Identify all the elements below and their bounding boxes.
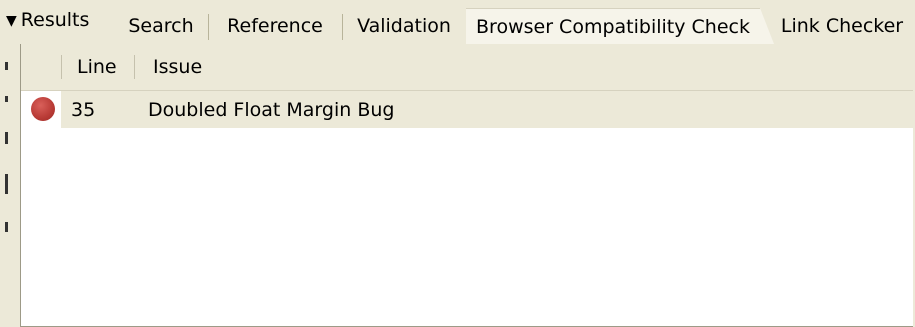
tab-link-checker[interactable]: Link Checker	[774, 8, 910, 44]
line-number-cell: 35	[71, 98, 96, 121]
left-gutter-toolbar	[0, 44, 20, 327]
column-divider[interactable]	[61, 55, 62, 79]
gutter-button-icon[interactable]	[5, 222, 8, 232]
gutter-button-icon[interactable]	[5, 132, 8, 144]
table-header: Line Issue	[21, 44, 914, 91]
tab-label: Reference	[227, 15, 323, 37]
tab-label: Browser Compatibility Check	[476, 16, 750, 38]
tab-divider	[342, 14, 343, 40]
tab-label: Search	[128, 15, 194, 37]
table-row[interactable]: 35 Doubled Float Margin Bug	[21, 91, 914, 128]
tab-validation[interactable]: Validation	[349, 8, 459, 44]
gutter-arrow-icon[interactable]	[5, 62, 8, 70]
tab-browser-compatibility-check[interactable]: Browser Compatibility Check	[466, 8, 760, 45]
tab-search[interactable]: Search	[119, 8, 203, 44]
results-table: Line Issue 35 Doubled Float Margin Bug	[20, 44, 914, 327]
results-panel-title[interactable]: ▼ Results	[0, 0, 89, 44]
issue-cell: Doubled Float Margin Bug	[148, 98, 395, 121]
triangle-down-icon[interactable]: ▼	[6, 13, 17, 29]
gutter-button-icon[interactable]	[5, 96, 8, 102]
tab-bar: ▼ Results Search Reference Validation Br…	[0, 0, 915, 45]
gutter-button-icon[interactable]	[5, 174, 8, 194]
error-red-dot-icon	[31, 97, 55, 121]
column-header-line[interactable]: Line	[77, 44, 117, 90]
tab-reference[interactable]: Reference	[215, 8, 335, 44]
results-panel: ▼ Results Search Reference Validation Br…	[0, 0, 915, 327]
panel-title-label: Results	[20, 9, 90, 31]
tab-label: Link Checker	[780, 15, 904, 37]
tab-divider	[208, 14, 209, 40]
active-tab-corner	[760, 8, 774, 44]
tab-label: Validation	[357, 15, 451, 37]
column-header-issue[interactable]: Issue	[153, 44, 202, 90]
column-header-label: Line	[77, 56, 117, 78]
column-header-label: Issue	[153, 56, 203, 78]
column-divider[interactable]	[134, 55, 135, 79]
